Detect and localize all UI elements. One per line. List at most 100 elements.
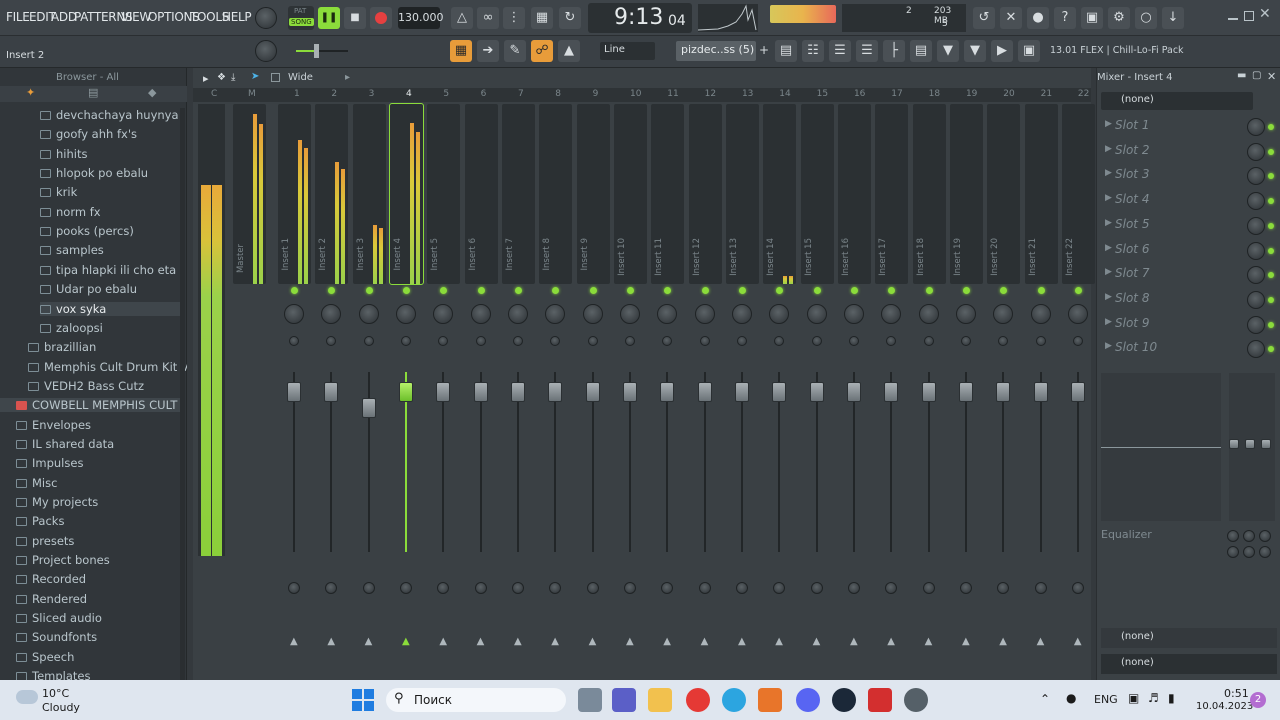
eq-knob-4[interactable] [1227,546,1239,558]
mixer-pan-icon[interactable]: ❖ [217,72,226,83]
insert-route-knob[interactable] [847,582,860,594]
insert-strip[interactable]: Insert 7 [501,104,535,284]
route-arrow-icon[interactable]: ▲ [327,636,335,647]
insert-strip[interactable]: Insert 18 [912,104,946,284]
weather-temp[interactable]: 10°C [42,687,69,700]
browser-item[interactable]: pooks (percs) [40,224,134,238]
insert-strip[interactable]: Insert 2 [315,104,349,284]
insert-enable-led[interactable] [514,287,522,294]
insert-volume-fader[interactable] [436,382,451,402]
insert-volume-fader[interactable] [846,382,861,402]
insert-strip[interactable]: Insert 10 [613,104,647,284]
route-arrow-icon[interactable]: ▲ [477,636,485,647]
insert-pan-knob[interactable] [395,304,416,324]
slot-mix-knob[interactable] [1247,192,1265,211]
language-indicator[interactable]: ENG [1094,693,1118,706]
browser-item[interactable]: COWBELL MEMPHIS CULT [0,398,180,413]
insert-stereo-knob[interactable] [475,336,486,346]
insert-stereo-knob[interactable] [699,336,710,346]
pat-song-toggle[interactable]: PAT SONG [288,6,314,30]
telegram-icon[interactable] [722,688,746,712]
menu-file[interactable]: FILE [6,10,30,24]
slot-mix-knob[interactable] [1247,266,1265,285]
browser-item[interactable]: Sliced audio [16,611,102,625]
browser-item[interactable]: devchachaya huynya [40,108,179,122]
slot-enable-led[interactable] [1268,346,1274,353]
insert-pan-knob[interactable] [470,304,491,324]
browser-item[interactable]: Misc [16,476,57,490]
insert-strip[interactable]: Insert 6 [464,104,498,284]
insert-pan-knob[interactable] [619,304,640,324]
route-arrow-icon[interactable]: ▲ [962,636,970,647]
menu-view[interactable]: VIEW [121,10,151,24]
maximize-icon[interactable] [1244,11,1254,21]
tree-icon[interactable]: ├ [883,40,905,62]
insert-volume-fader[interactable] [1070,382,1085,402]
insert-pan-knob[interactable] [806,304,827,324]
insert-volume-fader[interactable] [510,382,525,402]
insert-strip[interactable]: Insert 19 [949,104,983,284]
steam-icon[interactable] [832,688,856,712]
clock-time[interactable]: 0:51 [1224,687,1249,700]
insert-strip[interactable]: Insert 22 [1061,104,1095,284]
insert-pan-knob[interactable] [843,304,864,324]
insert-enable-led[interactable] [738,287,746,294]
route-arrow-icon[interactable]: ▲ [514,636,522,647]
fl-studio-icon[interactable] [758,688,782,712]
browser-item[interactable]: Memphis Cult Drum Kit Vol.2 [28,360,187,374]
minimize-icon[interactable] [1228,12,1238,20]
chat-icon[interactable]: ○ [1135,7,1157,29]
route-arrow-icon[interactable]: ▲ [589,636,597,647]
mic-icon[interactable]: ● [1027,7,1049,29]
insert-route-knob[interactable] [288,582,300,594]
slot-enable-led[interactable] [1268,173,1274,180]
slot-enable-led[interactable] [1268,124,1274,130]
route-arrow-icon[interactable]: ▲ [775,636,783,647]
effect-slot[interactable]: ▶ Slot 4 [1101,190,1277,212]
effect-slot[interactable]: ▶ Slot 5 [1101,215,1277,237]
insert-strip[interactable]: Insert 17 [875,104,909,284]
mixer-arrow-icon[interactable]: ▸ [203,72,209,85]
insert-stereo-knob[interactable] [811,336,822,346]
eq-knob-1[interactable] [1227,530,1239,542]
add-pattern-icon[interactable]: + [759,43,769,57]
wait-record-icon[interactable]: ∞ [477,7,499,29]
effect-slot[interactable]: ▶ Slot 7 [1101,264,1277,286]
mixer-cursor-icon[interactable]: ➤ [251,71,259,82]
insert-enable-led[interactable] [813,287,821,294]
insert-enable-led[interactable] [402,287,410,294]
route-arrow-icon[interactable]: ▲ [439,636,447,647]
insert-pan-knob[interactable] [731,304,752,324]
loop-record-icon[interactable]: ↻ [559,7,581,29]
insert-route-knob[interactable] [474,582,487,594]
clock-date[interactable]: 10.04.2023 [1196,701,1253,712]
insert-strip[interactable]: Insert 4 [388,103,424,285]
insert-enable-led[interactable] [477,287,485,294]
insert-pan-knob[interactable] [582,304,603,324]
insert-enable-led[interactable] [1037,287,1045,294]
mixer-window-icon[interactable] [271,73,280,82]
sliders-icon[interactable]: ☰ [856,40,878,62]
help-icon[interactable]: ? [1054,7,1076,29]
browser-file-icon[interactable]: ▤ [88,86,98,99]
weather-icon[interactable] [16,690,38,704]
effect-slot[interactable]: ▶ Slot 9 [1101,314,1277,336]
insert-volume-fader[interactable] [287,382,301,402]
effect-slot[interactable]: ▶ Slot 6 [1101,240,1277,262]
insert-stereo-knob[interactable] [289,336,299,346]
insert-route-knob[interactable] [399,582,412,594]
browser-item[interactable]: Recorded [16,572,86,586]
start-icon[interactable] [352,689,374,711]
route-arrow-icon[interactable]: ▲ [701,636,709,647]
slot-mix-knob[interactable] [1247,315,1265,334]
eq-display[interactable] [1101,373,1221,521]
insert-route-knob[interactable] [922,582,935,594]
insert-pan-knob[interactable] [284,304,304,324]
route-arrow-icon[interactable]: ▲ [925,636,933,647]
adobe-icon[interactable] [868,688,892,712]
network-icon[interactable]: ▣ [1128,691,1139,705]
undo-icon[interactable]: ↺ [973,7,995,29]
mixer-view-arrow-icon[interactable]: ▸ [345,72,350,83]
settings-icon[interactable] [904,688,928,712]
slot-mix-knob[interactable] [1247,340,1265,359]
